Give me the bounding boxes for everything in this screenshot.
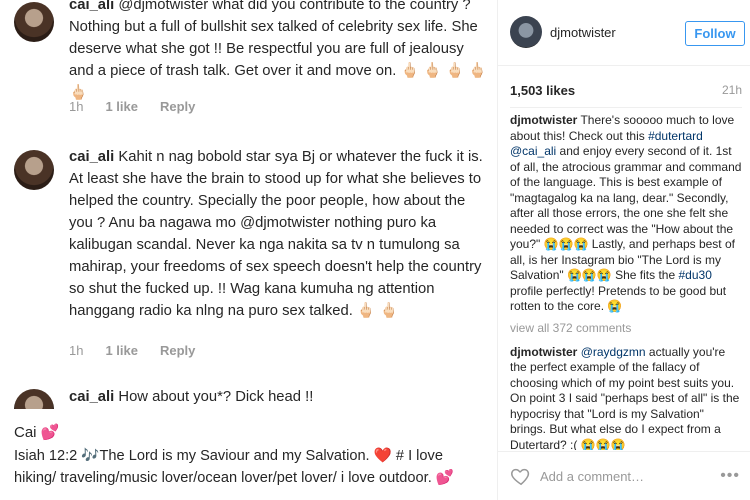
bio-text-part: Isiah 12:2 🎶The Lord is my Saviour and m…: [14, 448, 374, 464]
view-all-comments-link[interactable]: view all 372 comments: [510, 321, 742, 335]
caption-text: and enjoy every second of it. 1st of all…: [510, 144, 742, 282]
avatar[interactable]: [14, 150, 54, 190]
bio-text: Isiah 12:2 🎶The Lord is my Saviour and m…: [14, 445, 484, 489]
follow-button[interactable]: Follow: [685, 21, 745, 46]
comment-body: cai_ali How about you*? Dick head !!: [69, 386, 489, 408]
likes-count[interactable]: 1,503 likes: [510, 83, 575, 98]
comment-username[interactable]: cai_ali: [69, 149, 114, 165]
comment-text: How about you*? Dick head !!: [118, 389, 314, 405]
comment-text: Kahit n nag bobold star sya Bj or whatev…: [69, 149, 483, 319]
comment-text: @djmotwister what did you contribute to …: [69, 0, 487, 101]
heart-icon[interactable]: [510, 465, 532, 487]
comment-time: 1h: [69, 343, 84, 358]
mention-link[interactable]: @raydgzmn: [581, 345, 646, 359]
post-caption: djmotwister There's sooooo much to love …: [510, 113, 742, 315]
reply-button[interactable]: Reply: [160, 343, 195, 358]
more-options-icon[interactable]: •••: [720, 467, 740, 485]
comment-time: 1h: [69, 99, 84, 114]
comment-likes[interactable]: 1 like: [105, 343, 138, 358]
post-header: djmotwister Follow: [498, 0, 750, 66]
comment-likes[interactable]: 1 like: [105, 99, 138, 114]
avatar[interactable]: [510, 16, 542, 48]
comment-username[interactable]: djmotwister: [510, 345, 577, 359]
post-username[interactable]: djmotwister: [550, 25, 616, 40]
comment-username[interactable]: cai_ali: [69, 389, 114, 405]
mention-link[interactable]: @cai_ali: [510, 144, 556, 158]
comment-body: cai_ali Kahit n nag bobold star sya Bj o…: [69, 146, 489, 322]
separator: [510, 107, 742, 108]
post-panel: djmotwister Follow 1,503 likes 21h djmot…: [498, 0, 750, 500]
comment-meta: 1h 1 like Reply: [69, 99, 195, 114]
comment-meta: 1h 1 like Reply: [69, 343, 195, 358]
caption-username[interactable]: djmotwister: [510, 113, 577, 127]
hashtag-link[interactable]: #dutertard: [648, 129, 703, 143]
two-hearts-emoji-icon: 💕: [435, 470, 454, 486]
bio-name: Cai 💕: [14, 424, 60, 441]
hashtag-link[interactable]: #du30: [679, 268, 712, 282]
comment-bar: •••: [498, 451, 750, 500]
post-time: 21h: [721, 83, 742, 97]
caption-text: profile perfectly! Pretends to be good b…: [510, 283, 727, 314]
post-comments: djmotwister There's sooooo much to love …: [510, 113, 742, 450]
comment-username[interactable]: cai_ali: [69, 0, 114, 13]
profile-bio: Cai 💕 Isiah 12:2 🎶The Lord is my Saviour…: [0, 409, 497, 500]
reply-button[interactable]: Reply: [160, 99, 195, 114]
heart-emoji-icon: ❤️: [373, 448, 392, 464]
comment-body: cai_ali @djmotwister what did you contri…: [69, 0, 489, 104]
post-comment: djmotwister @raydgzmn actually you're th…: [510, 345, 742, 451]
comment-thread: cai_ali @djmotwister what did you contri…: [0, 0, 497, 500]
avatar[interactable]: [14, 2, 54, 42]
add-comment-input[interactable]: [540, 466, 710, 486]
comment-text: actually you're the perfect example of t…: [510, 344, 740, 451]
